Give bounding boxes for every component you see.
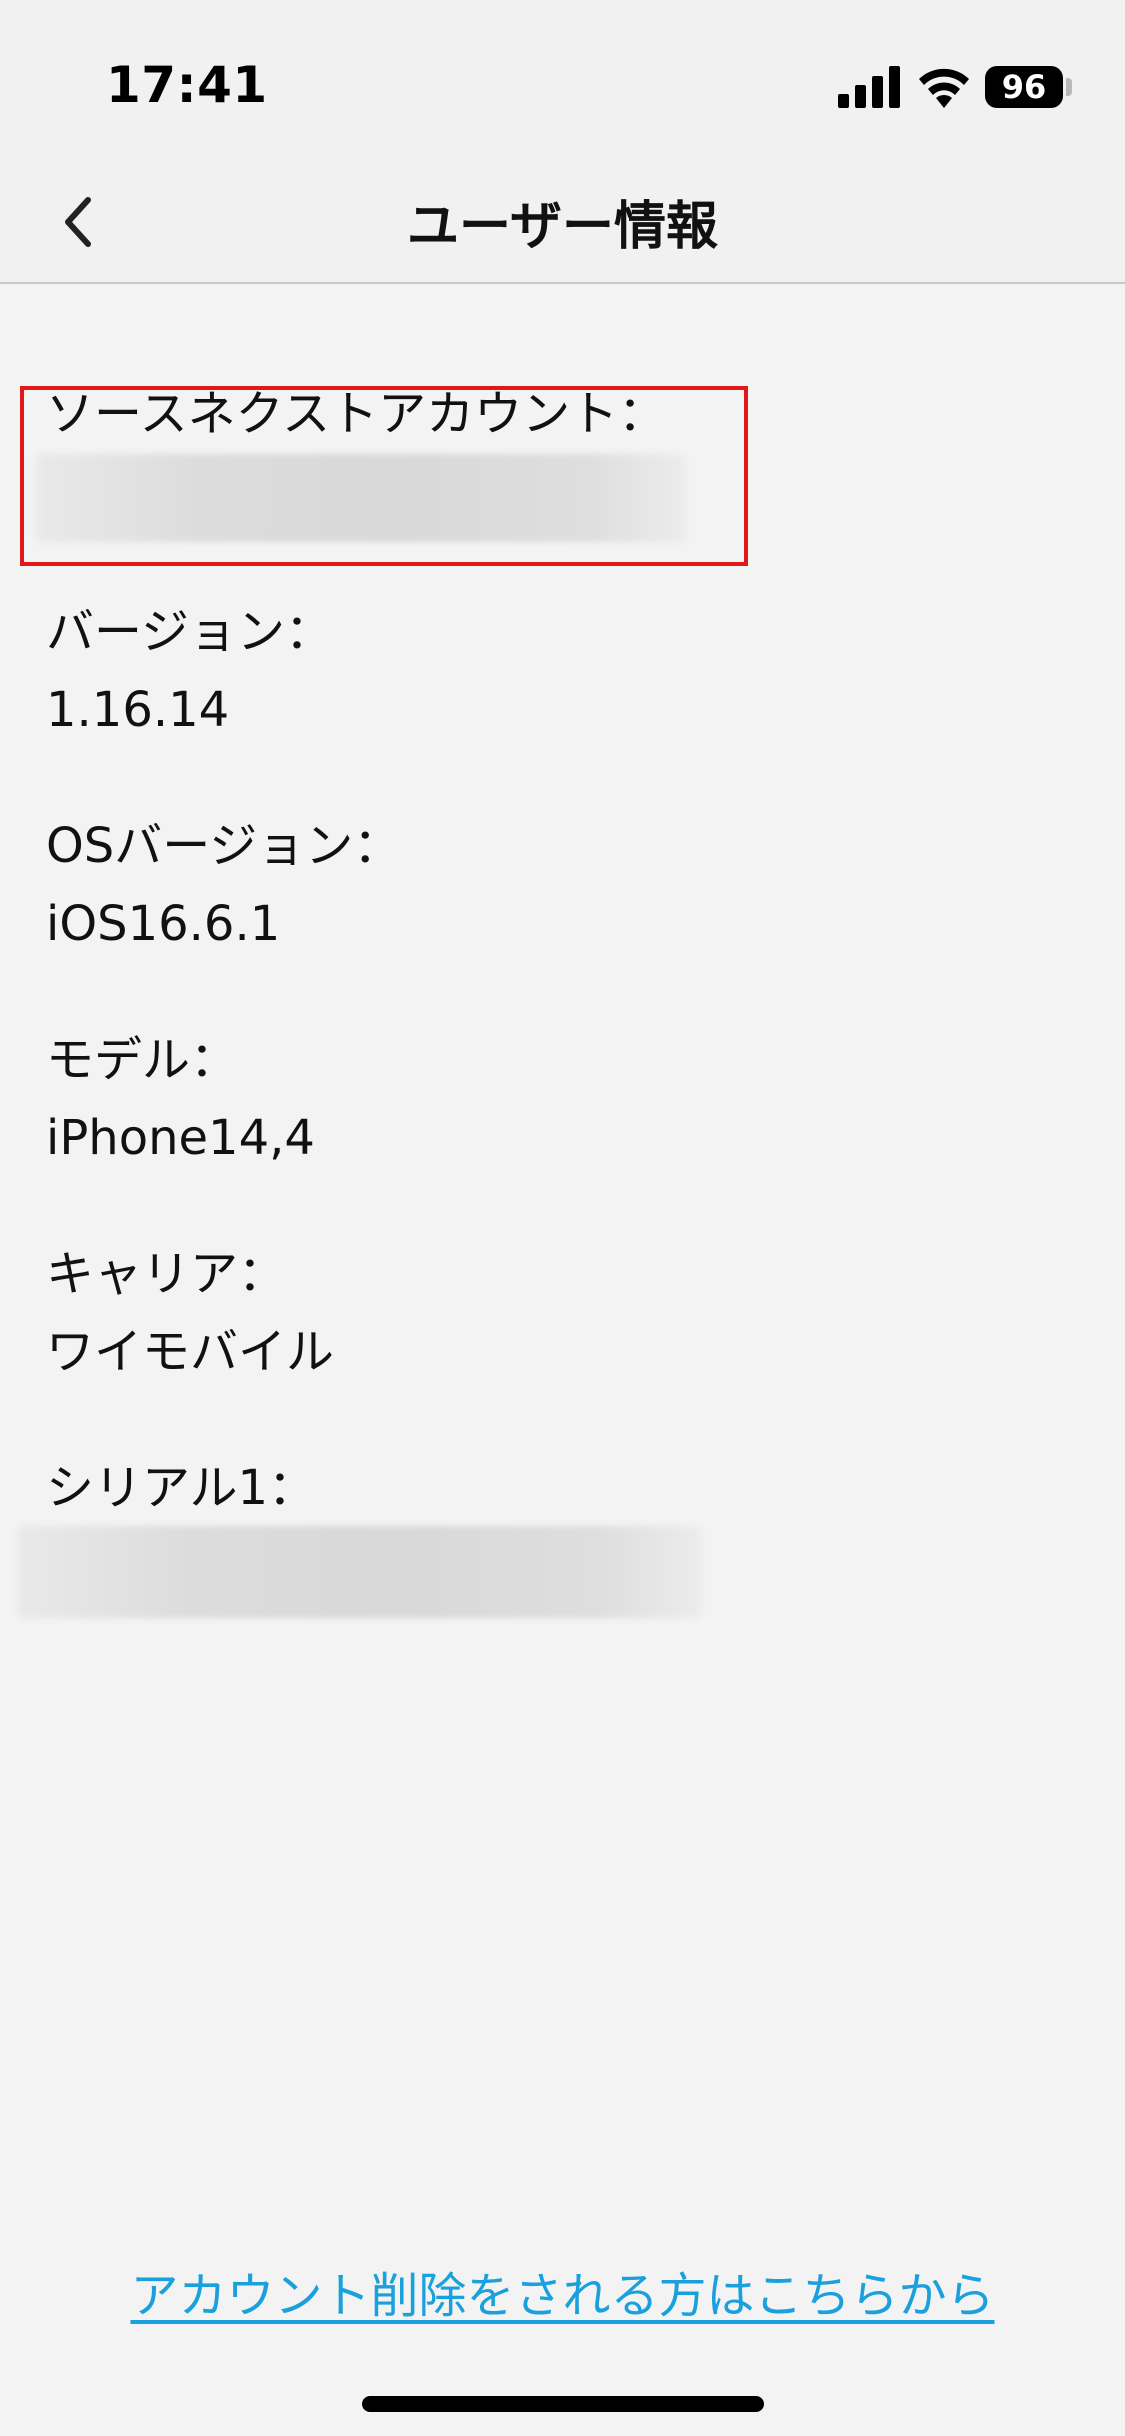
version-value: 1.16.14 [46,682,230,738]
battery-icon: 96 [985,66,1063,108]
status-bar: 17:41 96 [0,0,1125,170]
wifi-icon [919,68,969,108]
serial-label: シリアル1： [46,1460,317,1516]
nav-bar: ユーザー情報 [0,170,1125,284]
account-label: ソースネクストアカウント： [46,386,667,442]
carrier-value: ワイモバイル [46,1324,335,1380]
version-label: バージョン： [46,604,334,660]
screen: 17:41 96 ユーザー情報 ソースネクストアカウント： バージョン： 1.1… [0,0,1125,2436]
battery-tip [1066,78,1072,96]
os-version-label: OSバージョン： [46,818,402,874]
cellular-signal-icon [838,66,900,108]
account-info: ソースネクストアカウント： [46,384,666,444]
version-info: バージョン： 1.16.14 [46,602,333,740]
os-version-value: iOS16.6.1 [46,896,281,952]
os-version-info: OSバージョン： iOS16.6.1 [46,816,401,954]
model-label: モデル： [46,1032,239,1088]
serial-value-redacted [18,1526,702,1618]
page-title: ユーザー情報 [407,197,718,257]
home-indicator[interactable] [362,2396,764,2412]
carrier-label: キャリア： [46,1246,287,1302]
battery-level: 96 [1001,68,1047,106]
model-value: iPhone14,4 [46,1110,315,1166]
serial-info: シリアル1： [46,1458,316,1518]
status-time: 17:41 [106,56,268,114]
model-info: モデル： iPhone14,4 [46,1030,315,1168]
delete-account-link[interactable]: アカウント削除をされる方はこちらから [0,2256,1125,2326]
account-value-redacted [36,454,686,542]
carrier-info: キャリア： ワイモバイル [46,1244,334,1382]
